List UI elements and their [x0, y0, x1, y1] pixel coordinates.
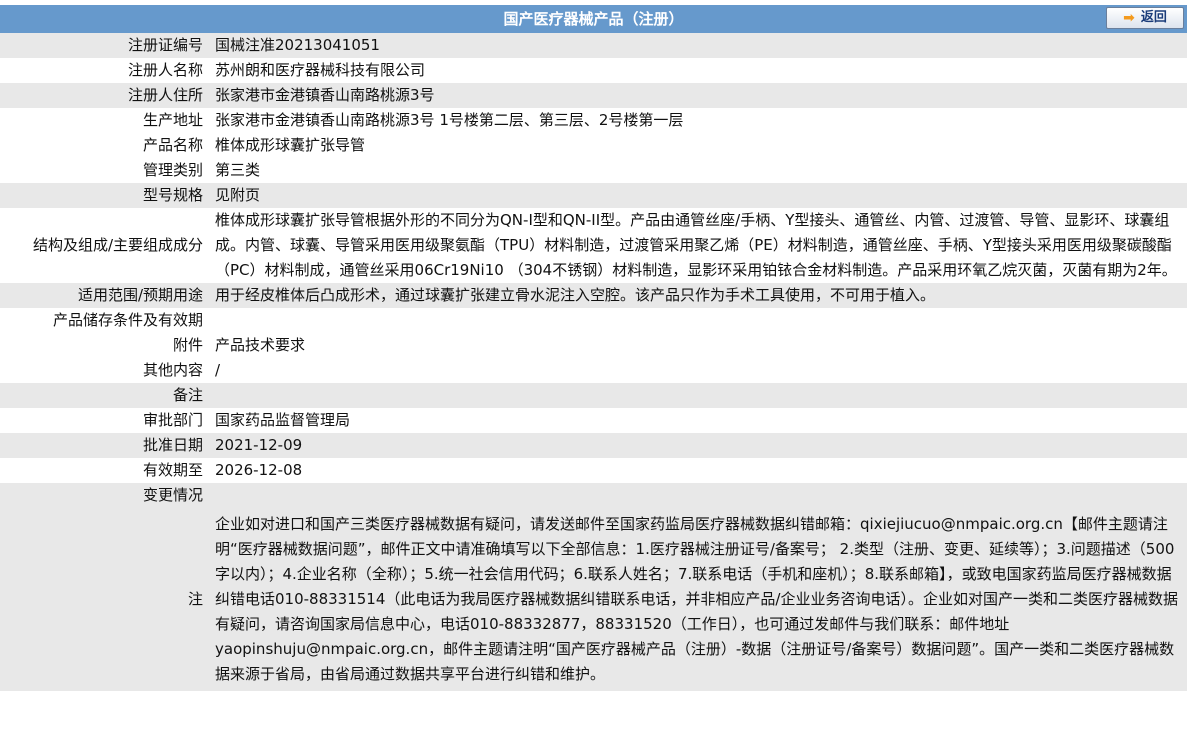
- detail-table: 注册证编号 国械注准20213041051 注册人名称 苏州朗和医疗器械科技有限公司注…: [0, 33, 1187, 691]
- page-title: 国产医疗器械产品（注册）: [503, 10, 684, 28]
- field-label: 注册证编号: [0, 33, 208, 58]
- back-button[interactable]: ➡ 返回: [1106, 7, 1184, 29]
- field-label: 审批部门: [142, 411, 203, 429]
- field-value: 国械注准20213041051: [208, 33, 1187, 58]
- field-label: 附件: [172, 336, 203, 354]
- table-row: 型号规格 见附页: [0, 183, 1187, 208]
- field-label: 有效期至: [142, 461, 203, 479]
- table-row: 变更情况: [0, 483, 1187, 508]
- table-row: 注册人名称 苏州朗和医疗器械科技有限公司: [0, 58, 1187, 83]
- field-value: 第三类: [215, 161, 261, 179]
- field-value: 2021-12-09: [208, 433, 1187, 458]
- field-value: 椎体成形球囊扩张导管根据外形的不同分为QN-I型和QN-II型。产品由通管丝座/…: [215, 211, 1177, 279]
- field-value: 2026-12-08: [215, 461, 303, 479]
- field-label: 其他内容: [142, 361, 203, 379]
- field-label: 产品名称: [142, 136, 203, 154]
- field-label: 批准日期: [0, 433, 208, 458]
- table-row: 附件 产品技术要求: [0, 333, 1187, 358]
- note-row: 注企业如对进口和国产三类医疗器械数据有疑问，请发送邮件至国家药监局医疗器械数据纠…: [0, 508, 1187, 691]
- field-value: 用于经皮椎体后凸成形术，通过球囊扩张建立骨水泥注入空腔。该产品只作为手术工具使用…: [208, 283, 1187, 308]
- field-label: 备注: [0, 383, 208, 408]
- table-row: 适用范围/预期用途 用于经皮椎体后凸成形术，通过球囊扩张建立骨水泥注入空腔。该产品…: [0, 283, 1187, 308]
- field-value: 苏州朗和医疗器械科技有限公司: [215, 61, 426, 79]
- table-row: 批准日期 2021-12-09: [0, 433, 1187, 458]
- note-label: 注: [0, 508, 208, 691]
- field-label: 产品储存条件及有效期: [52, 311, 203, 329]
- field-value: 椎体成形球囊扩张导管: [215, 136, 366, 154]
- field-label: 注册人名称: [127, 61, 203, 79]
- field-value: 国家药品监督管理局: [215, 411, 351, 429]
- table-row: 结构及组成/主要组成成分 椎体成形球囊扩张导管根据外形的不同分为QN-I型和QN-…: [0, 208, 1187, 283]
- field-label: 适用范围/预期用途: [0, 283, 208, 308]
- table-row: 其他内容 /: [0, 358, 1187, 383]
- field-label: 型号规格: [0, 183, 208, 208]
- arrow-right-icon: ➡: [1123, 10, 1135, 26]
- field-value: /: [215, 361, 221, 379]
- field-label: 注册人住所: [0, 83, 208, 108]
- table-row: 产品储存条件及有效期: [0, 308, 1187, 333]
- page-header: 国产医疗器械产品（注册） ➡ 返回: [0, 5, 1187, 33]
- field-value: [208, 483, 1187, 508]
- table-row: 产品名称 椎体成形球囊扩张导管: [0, 133, 1187, 158]
- note-text: 企业如对进口和国产三类医疗器械数据有疑问，请发送邮件至国家药监局医疗器械数据纠错…: [208, 508, 1187, 691]
- field-value: 产品技术要求: [215, 336, 306, 354]
- field-value: [208, 308, 1187, 333]
- table-row: 注册证编号 国械注准20213041051: [0, 33, 1187, 58]
- field-value: [208, 383, 1187, 408]
- table-row: 有效期至 2026-12-08: [0, 458, 1187, 483]
- field-label: 变更情况: [0, 483, 208, 508]
- field-value: 张家港市金港镇香山南路桃源3号: [208, 83, 1187, 108]
- back-button-label: 返回: [1140, 10, 1167, 25]
- table-row: 备注: [0, 383, 1187, 408]
- field-label: 生产地址: [142, 111, 203, 129]
- field-value: 见附页: [208, 183, 1187, 208]
- table-row: 注册人住所 张家港市金港镇香山南路桃源3号: [0, 83, 1187, 108]
- field-label: 结构及组成/主要组成成分: [32, 236, 203, 254]
- field-value: 张家港市金港镇香山南路桃源3号 1号楼第二层、第三层、2号楼第一层: [215, 111, 684, 129]
- table-row: 审批部门 国家药品监督管理局: [0, 408, 1187, 433]
- table-row: 生产地址 张家港市金港镇香山南路桃源3号 1号楼第二层、第三层、2号楼第一层: [0, 108, 1187, 133]
- table-row: 管理类别 第三类: [0, 158, 1187, 183]
- field-label: 管理类别: [142, 161, 203, 179]
